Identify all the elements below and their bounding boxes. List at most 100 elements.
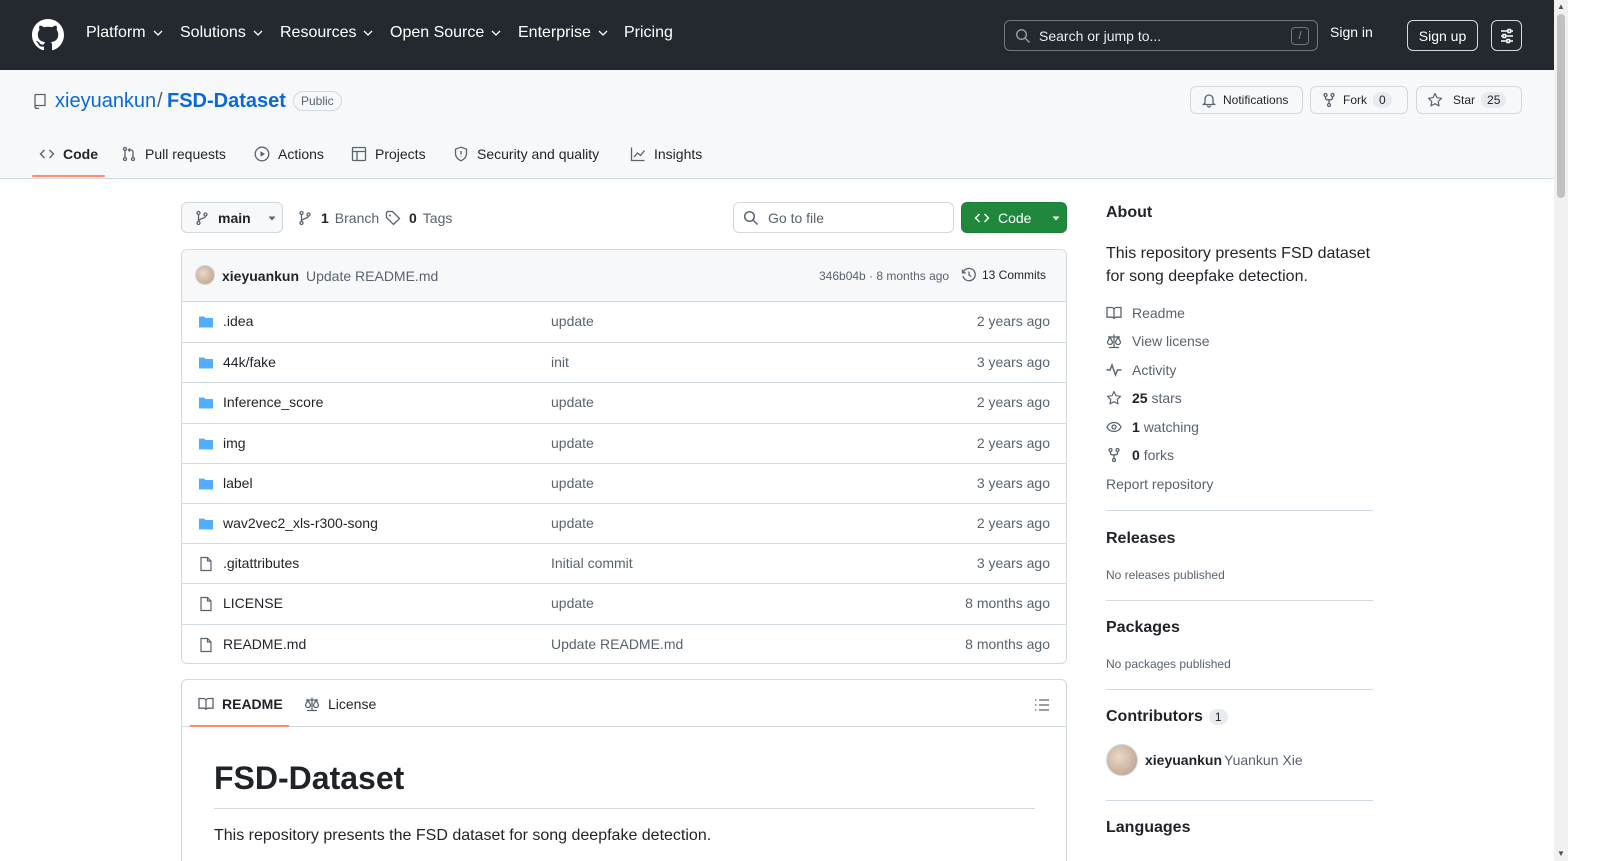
sign-up-button[interactable]: Sign up bbox=[1407, 20, 1478, 51]
nav-pricing[interactable]: Pricing bbox=[624, 24, 673, 42]
contributors-heading[interactable]: Contributors 1 bbox=[1106, 708, 1228, 726]
search-input[interactable]: Search or jump to... / bbox=[1004, 20, 1318, 51]
nav-platform[interactable]: Platform bbox=[86, 24, 164, 42]
scroll-up-arrow-icon[interactable]: ▲ bbox=[1557, 2, 1565, 11]
table-row[interactable]: 44k/fake init 3 years ago bbox=[182, 342, 1066, 382]
tab-label: Actions bbox=[278, 146, 324, 162]
sliders-icon bbox=[1499, 28, 1515, 44]
file-name-link[interactable]: Inference_score bbox=[223, 394, 323, 410]
history-icon bbox=[961, 267, 977, 283]
fork-button[interactable]: Fork 0 bbox=[1310, 86, 1408, 114]
tab-license[interactable]: License bbox=[304, 696, 376, 712]
tab-label: License bbox=[328, 696, 377, 712]
settings-menu-button[interactable] bbox=[1491, 20, 1522, 51]
forks-link[interactable]: 0 forks bbox=[1106, 447, 1174, 463]
file-commit-date: 8 months ago bbox=[965, 635, 1050, 652]
watching-count: 1 bbox=[1132, 419, 1140, 435]
file-commit-date: 8 months ago bbox=[965, 595, 1050, 612]
branch-icon bbox=[297, 210, 313, 226]
file-name-link[interactable]: LICENSE bbox=[223, 595, 283, 611]
tab-readme[interactable]: README bbox=[198, 696, 283, 712]
file-commit-message[interactable]: init bbox=[551, 354, 569, 370]
nav-solutions[interactable]: Solutions bbox=[180, 24, 264, 42]
branch-selector[interactable]: main bbox=[181, 202, 283, 233]
notifications-button[interactable]: Notifications bbox=[1190, 86, 1303, 114]
nav-open-source[interactable]: Open Source bbox=[390, 24, 502, 42]
table-row[interactable]: README.md Update README.md 8 months ago bbox=[182, 623, 1066, 664]
file-name-link[interactable]: img bbox=[223, 435, 246, 451]
file-name-link[interactable]: 44k/fake bbox=[223, 354, 276, 370]
scrollbar-thumb[interactable] bbox=[1557, 14, 1565, 198]
commit-message[interactable]: Update README.md bbox=[306, 268, 438, 284]
avatar[interactable] bbox=[1106, 744, 1138, 776]
file-commit-message[interactable]: update bbox=[551, 475, 594, 491]
branches-link[interactable]: 1 Branch bbox=[297, 210, 379, 226]
table-row[interactable]: LICENSE update 8 months ago bbox=[182, 583, 1066, 623]
contributors-label: Contributors bbox=[1106, 708, 1203, 725]
tags-link[interactable]: 0 Tags bbox=[385, 210, 452, 226]
file-name-link[interactable]: .gitattributes bbox=[223, 555, 299, 571]
graph-icon bbox=[630, 146, 646, 162]
active-tab-indicator bbox=[32, 175, 105, 177]
star-button[interactable]: Star 25 bbox=[1416, 86, 1522, 114]
star-icon bbox=[1427, 92, 1443, 108]
file-name-link[interactable]: wav2vec2_xls-r300-song bbox=[223, 515, 378, 531]
nav-resources[interactable]: Resources bbox=[280, 24, 374, 42]
tab-insights[interactable]: Insights bbox=[630, 146, 702, 162]
nav-enterprise[interactable]: Enterprise bbox=[518, 24, 609, 42]
file-commit-message[interactable]: update bbox=[551, 313, 594, 329]
file-commit-message[interactable]: update bbox=[551, 595, 594, 611]
chevron-down-icon bbox=[490, 27, 502, 39]
releases-heading[interactable]: Releases bbox=[1106, 530, 1175, 548]
packages-heading[interactable]: Packages bbox=[1106, 619, 1180, 637]
tab-projects[interactable]: Projects bbox=[351, 146, 426, 162]
tab-security[interactable]: Security and quality bbox=[453, 146, 599, 162]
file-commit-message[interactable]: Initial commit bbox=[551, 555, 633, 571]
watching-link[interactable]: 1 watching bbox=[1106, 419, 1199, 435]
readme-link[interactable]: Readme bbox=[1106, 305, 1185, 321]
file-name-link[interactable]: .idea bbox=[223, 313, 253, 329]
shield-icon bbox=[453, 146, 469, 162]
list-outline-icon[interactable] bbox=[1034, 697, 1050, 713]
license-link[interactable]: View license bbox=[1106, 333, 1210, 349]
contributor-login[interactable]: xieyuankun bbox=[1145, 752, 1222, 768]
file-commit-message[interactable]: update bbox=[551, 435, 594, 451]
file-name-link[interactable]: README.md bbox=[223, 636, 306, 652]
latest-commit-row: xieyuankun Update README.md 346b04b · 8 … bbox=[182, 250, 1066, 302]
file-commit-message[interactable]: update bbox=[551, 394, 594, 410]
table-row[interactable]: img update 2 years ago bbox=[182, 422, 1066, 463]
stars-link[interactable]: 25 stars bbox=[1106, 390, 1182, 406]
tab-pull-requests[interactable]: Pull requests bbox=[121, 146, 226, 162]
file-icon bbox=[198, 637, 214, 653]
code-icon bbox=[39, 146, 55, 162]
chevron-down-icon bbox=[152, 27, 164, 39]
tab-actions[interactable]: Actions bbox=[254, 146, 324, 162]
code-dropdown-button[interactable]: Code bbox=[961, 202, 1067, 233]
file-commit-date: 2 years ago bbox=[976, 313, 1050, 329]
github-logo-icon[interactable] bbox=[32, 19, 64, 51]
table-row[interactable]: .idea update 2 years ago bbox=[182, 302, 1066, 342]
repo-owner-link[interactable]: xieyuankun bbox=[55, 90, 156, 113]
table-row[interactable]: wav2vec2_xls-r300-song update 2 years ago bbox=[182, 502, 1066, 543]
file-commit-message[interactable]: Update README.md bbox=[551, 636, 683, 652]
table-row[interactable]: Inference_score update 2 years ago bbox=[182, 382, 1066, 422]
report-repository-link[interactable]: Report repository bbox=[1106, 476, 1213, 492]
table-row[interactable]: label update 3 years ago bbox=[182, 462, 1066, 503]
file-commit-message[interactable]: update bbox=[551, 515, 594, 531]
branch-name: main bbox=[218, 209, 251, 226]
go-to-file-input[interactable]: Go to file bbox=[733, 202, 954, 233]
scroll-down-arrow-icon[interactable]: ▼ bbox=[1557, 849, 1565, 858]
repo-name-link[interactable]: FSD-Dataset bbox=[167, 90, 286, 113]
contributors-count: 1 bbox=[1208, 709, 1228, 725]
activity-link[interactable]: Activity bbox=[1106, 362, 1176, 378]
avatar[interactable] bbox=[195, 265, 215, 285]
commits-link[interactable]: 13 Commits bbox=[961, 267, 1046, 283]
commit-author[interactable]: xieyuankun bbox=[222, 268, 299, 284]
sign-in-link[interactable]: Sign in bbox=[1330, 24, 1373, 40]
file-name-link[interactable]: label bbox=[223, 475, 253, 491]
commit-hash-time[interactable]: 346b04b · 8 months ago bbox=[819, 269, 949, 283]
tab-code[interactable]: Code bbox=[39, 146, 98, 162]
tab-label: Security and quality bbox=[477, 146, 600, 162]
table-row[interactable]: .gitattributes Initial commit 3 years ago bbox=[182, 543, 1066, 583]
folder-icon bbox=[198, 395, 214, 411]
